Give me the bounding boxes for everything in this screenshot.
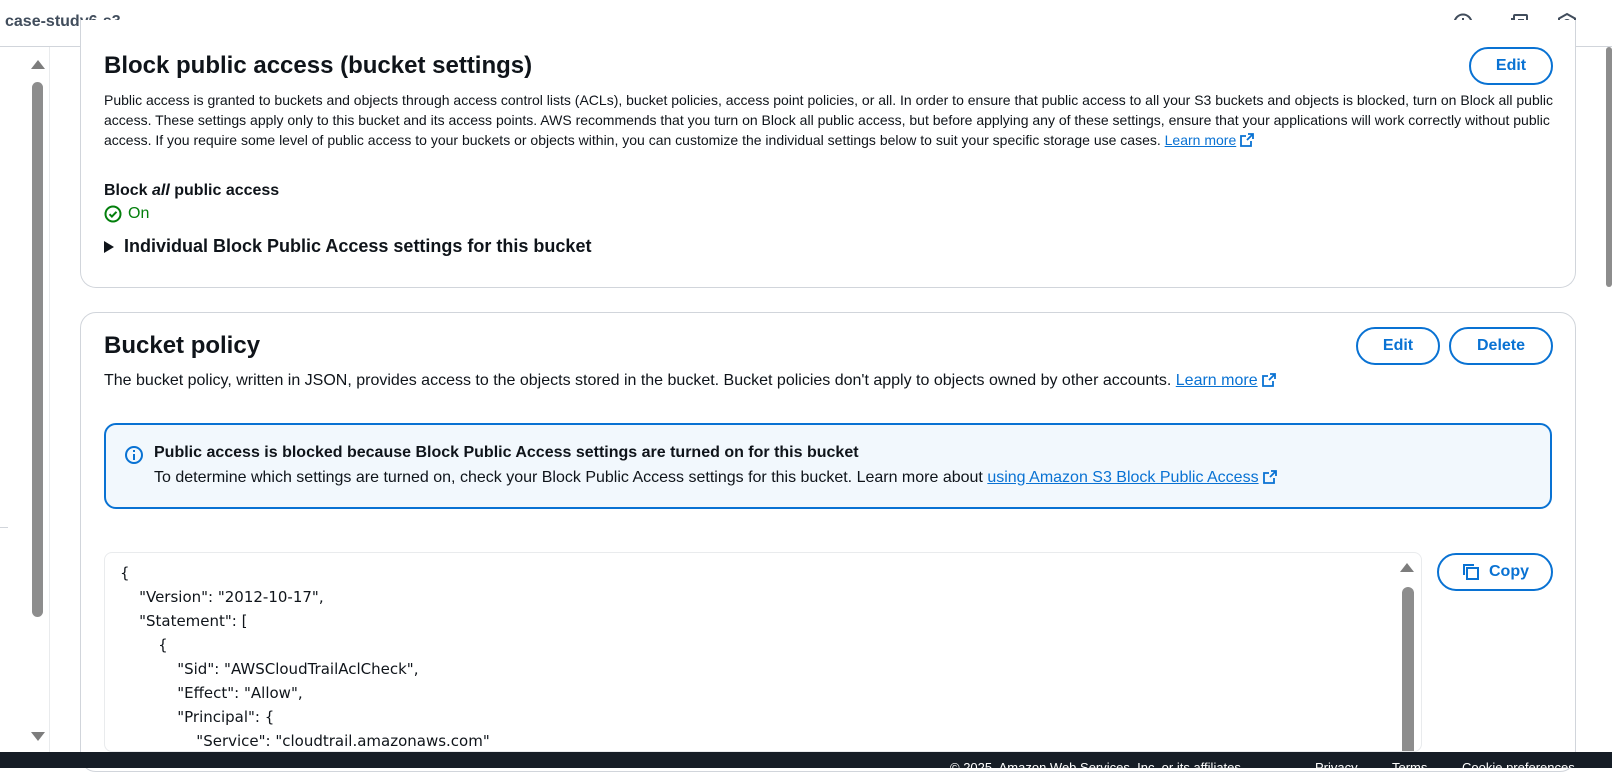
policy-learn-more-label: Learn more (1175, 372, 1258, 389)
scroll-up-arrow-icon[interactable] (1400, 563, 1414, 572)
policy-learn-more-link[interactable]: Learn more (1176, 372, 1276, 389)
bpa-edit-button[interactable]: Edit (1469, 47, 1553, 85)
policy-heading: Bucket policy (104, 332, 261, 359)
policy-delete-button[interactable]: Delete (1449, 327, 1553, 365)
left-scrollbar[interactable] (26, 47, 50, 752)
status-indicator: On (104, 205, 149, 223)
scroll-thumb[interactable] (32, 82, 43, 617)
external-link-icon (1240, 133, 1255, 147)
info-icon (125, 446, 143, 464)
copy-button[interactable]: Copy (1437, 553, 1553, 591)
expander-label: Individual Block Public Access settings … (124, 236, 592, 256)
external-link-icon (1262, 470, 1277, 484)
bpa-heading: Block public access (bucket settings) (104, 52, 533, 79)
bpa-description-text: Public access is granted to buckets and … (104, 92, 1553, 148)
page-scrollbar[interactable] (1604, 47, 1612, 287)
footer-privacy-link[interactable]: Privacy (1315, 760, 1358, 768)
caret-right-icon (104, 240, 114, 253)
alert-body-text: To determine which settings are turned o… (154, 469, 983, 486)
block-all-label-suffix: public access (169, 182, 280, 199)
code-scroll-thumb[interactable] (1402, 587, 1414, 751)
bpa-learn-more-link[interactable]: Learn more (1165, 132, 1255, 148)
footer-terms-link[interactable]: Terms (1392, 760, 1427, 768)
alert-title: Public access is blocked because Block P… (154, 444, 859, 461)
individual-settings-expander[interactable]: Individual Block Public Access settings … (104, 236, 591, 257)
policy-edit-button[interactable]: Edit (1356, 327, 1440, 365)
block-all-label-prefix: Block (104, 182, 153, 199)
bpa-learn-more-label: Learn more (1164, 132, 1237, 148)
page-scroll-thumb[interactable] (1606, 47, 1612, 287)
policy-description: The bucket policy, written in JSON, prov… (104, 371, 1554, 391)
policy-json: { "Version": "2012-10-17", "Statement": … (120, 564, 490, 750)
policy-code-viewer[interactable]: { "Version": "2012-10-17", "Statement": … (104, 552, 1422, 752)
bpa-description: Public access is granted to buckets and … (104, 90, 1554, 150)
divider (0, 527, 8, 528)
policy-description-text: The bucket policy, written in JSON, prov… (104, 372, 1172, 389)
block-public-access-link[interactable]: using Amazon S3 Block Public Access (987, 469, 1277, 486)
scroll-down-arrow-icon[interactable] (31, 732, 45, 741)
copy-label: Copy (1489, 563, 1529, 580)
footer-copyright: © 2025, Amazon Web Services, Inc. or its… (950, 760, 1245, 768)
success-check-icon (104, 205, 122, 223)
scroll-up-arrow-icon[interactable] (31, 60, 45, 69)
code-scrollbar[interactable] (1395, 553, 1421, 751)
external-link-icon (1261, 373, 1276, 387)
footer: © 2025, Amazon Web Services, Inc. or its… (0, 752, 1612, 768)
block-all-label-emphasis: all (152, 182, 170, 199)
alert-body: To determine which settings are turned o… (154, 469, 1277, 487)
info-alert: Public access is blocked because Block P… (104, 423, 1552, 509)
footer-cookie-link[interactable]: Cookie preferences (1462, 760, 1575, 768)
alert-link-label: using Amazon S3 Block Public Access (987, 469, 1259, 486)
block-all-label: Block all public access (104, 182, 279, 200)
copy-icon (1463, 564, 1479, 580)
status-text: On (128, 205, 150, 222)
